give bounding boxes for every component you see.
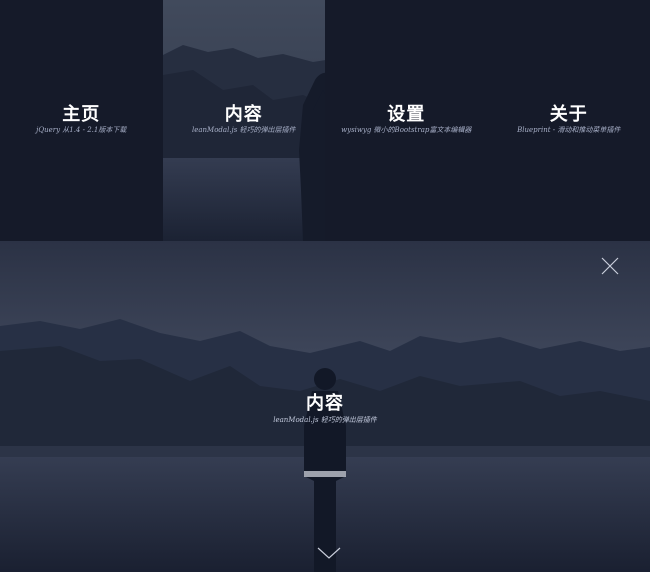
- menu-item-home-title: 主页: [62, 104, 101, 125]
- menu-item-home-subtitle: jQuery 从1.4 - 2.1版本下载: [36, 126, 127, 134]
- menu-item-settings-title: 设置: [387, 104, 426, 125]
- content-panel: 内容 leanModal.js 轻巧的弹出层插件: [0, 241, 650, 572]
- close-icon[interactable]: [600, 256, 620, 276]
- panel-subtitle: leanModal.js 轻巧的弹出层插件: [273, 416, 377, 424]
- menu-item-about-title: 关于: [549, 104, 588, 125]
- menu-item-about[interactable]: 关于 Blueprint - 滑动和推动菜单插件: [487, 0, 650, 241]
- menu-item-content-subtitle: leanModal.js 轻巧的弹出层插件: [191, 126, 296, 134]
- menu-item-settings[interactable]: 设置 wysiwyg 微小的Bootstrap富文本编辑器: [325, 0, 488, 241]
- menu-item-about-subtitle: Blueprint - 滑动和推动菜单插件: [517, 126, 621, 134]
- menu-item-content[interactable]: 内容 leanModal.js 轻巧的弹出层插件: [162, 0, 325, 241]
- menu-item-home[interactable]: 主页 jQuery 从1.4 - 2.1版本下载: [0, 0, 163, 241]
- panel-title: 内容: [306, 393, 344, 414]
- menu-item-settings-subtitle: wysiwyg 微小的Bootstrap富文本编辑器: [341, 126, 472, 134]
- menu-item-content-title: 内容: [224, 104, 263, 125]
- chevron-down-icon[interactable]: [316, 545, 342, 561]
- menu-grid: 主页 jQuery 从1.4 - 2.1版本下载 内容 leanModal.js…: [0, 0, 650, 241]
